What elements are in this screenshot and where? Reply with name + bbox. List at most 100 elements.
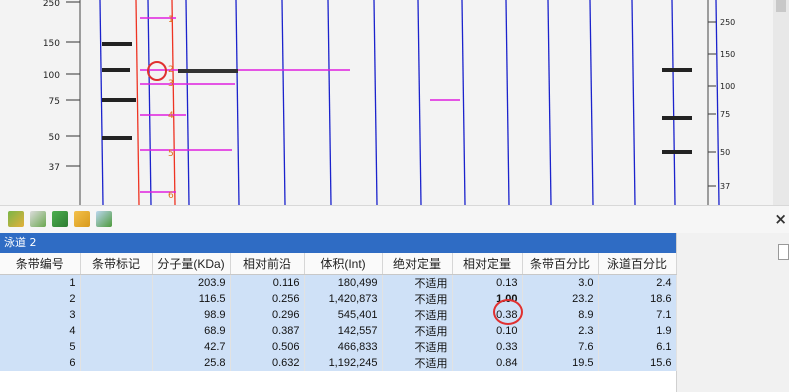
cell-band-label (80, 274, 153, 291)
cell-abs-quant: 不适用 (382, 323, 453, 339)
gel-image-view[interactable]: 250 150 100 75 50 37 250 150 100 75 50 37 1 2 3 4 5 6 (0, 0, 789, 205)
cell-band-label (80, 323, 153, 339)
open-folder-icon[interactable] (74, 211, 90, 227)
table-row[interactable]: 2 116.5 0.256 1,420,873 不适用 1.00 23.2 18… (0, 291, 677, 307)
cell-band-pct: 19.5 (522, 355, 599, 371)
cell-band-pct: 2.3 (522, 323, 599, 339)
ladder-label-left: 100 (43, 71, 60, 81)
cell-lane-pct: 15.6 (598, 355, 677, 371)
cell-lane-pct: 6.1 (598, 339, 677, 355)
cell-volume: 545,401 (304, 307, 383, 323)
ladder-label-right: 50 (720, 148, 730, 157)
cell-abs-quant: 不适用 (382, 307, 453, 323)
cell-abs-quant: 不适用 (382, 291, 453, 307)
band-number-label: 4 (168, 111, 174, 121)
cell-lane-pct: 7.1 (598, 307, 677, 323)
cell-volume: 1,192,245 (304, 355, 383, 371)
ladder-label-left: 37 (49, 163, 60, 173)
export-icon[interactable] (96, 211, 112, 227)
cell-band-pct: 3.0 (522, 274, 599, 291)
cell-band-no: 5 (0, 339, 81, 355)
ladder-label-left: 50 (49, 133, 61, 143)
col-header-mw[interactable]: 分子量(KDa) (152, 253, 231, 275)
cell-band-no: 6 (0, 355, 81, 371)
cell-band-pct: 23.2 (522, 291, 599, 307)
band-number-label: 5 (168, 149, 174, 159)
band-table: 条带编号 条带标记 分子量(KDa) 相对前沿 体积(Int) 绝对定量 相对定… (0, 253, 677, 371)
col-header-rf[interactable]: 相对前沿 (230, 253, 305, 275)
cell-rf: 0.256 (230, 291, 305, 307)
cell-band-pct: 8.9 (522, 307, 599, 323)
col-header-band-pct[interactable]: 条带百分比 (522, 253, 599, 275)
edit-band-icon[interactable] (30, 211, 46, 227)
ladder-label-left: 75 (49, 97, 60, 107)
cell-band-label (80, 307, 153, 323)
cell-rf: 0.387 (230, 323, 305, 339)
col-header-abs-quant[interactable]: 绝对定量 (382, 253, 453, 275)
cell-band-no: 2 (0, 291, 81, 307)
protein-band (102, 136, 132, 140)
cell-volume: 180,499 (304, 274, 383, 291)
table-row[interactable]: 4 68.9 0.387 142,557 不适用 0.10 2.3 1.9 (0, 323, 677, 339)
cell-lane-pct: 1.9 (598, 323, 677, 339)
cell-mw: 98.9 (152, 307, 231, 323)
table-row[interactable]: 1 203.9 0.116 180,499 不适用 0.13 3.0 2.4 (0, 274, 677, 291)
gel-image[interactable]: 250 150 100 75 50 37 250 150 100 75 50 37 1 2 3 4 5 6 (0, 0, 789, 205)
ladder-label-right: 75 (720, 110, 730, 119)
cell-volume: 1,420,873 (304, 291, 383, 307)
lane-header: 泳道 2 (0, 233, 676, 253)
protein-band (178, 69, 238, 73)
cell-rel-quant: 0.10 (452, 323, 523, 339)
table-row[interactable]: 5 42.7 0.506 466,833 不适用 0.33 7.6 6.1 (0, 339, 677, 355)
table-row[interactable]: 3 98.9 0.296 545,401 不适用 0.38 8.9 7.1 (0, 307, 677, 323)
gel-scrollbar (773, 0, 789, 205)
table-header: 条带编号 条带标记 分子量(KDa) 相对前沿 体积(Int) 绝对定量 相对定… (0, 253, 677, 275)
ladder-label-right: 100 (720, 82, 735, 91)
table-row[interactable]: 6 25.8 0.632 1,192,245 不适用 0.84 19.5 15.… (0, 355, 677, 371)
ladder-label-right: 250 (720, 18, 735, 27)
add-band-icon[interactable] (8, 211, 24, 227)
cell-rf: 0.632 (230, 355, 305, 371)
close-icon[interactable]: × (774, 206, 787, 232)
cell-band-no: 3 (0, 307, 81, 323)
col-header-rel-quant[interactable]: 相对定量 (452, 253, 523, 275)
ladder-label-left: 150 (43, 39, 60, 49)
protein-band (102, 42, 132, 46)
cell-rel-quant: 0.38 (452, 307, 523, 323)
cell-band-label (80, 355, 153, 371)
band-number-label: 2 (168, 65, 174, 75)
lane-label: 泳道 2 (4, 236, 37, 249)
cell-mw: 68.9 (152, 323, 231, 339)
cell-band-pct: 7.6 (522, 339, 599, 355)
ladder-label-right: 37 (720, 182, 730, 191)
cell-volume: 466,833 (304, 339, 383, 355)
cell-rf: 0.506 (230, 339, 305, 355)
cell-mw: 42.7 (152, 339, 231, 355)
cell-rf: 0.116 (230, 274, 305, 291)
panel-toggle[interactable] (778, 244, 789, 260)
delete-band-icon[interactable] (52, 211, 68, 227)
cell-abs-quant: 不适用 (382, 355, 453, 371)
col-header-volume[interactable]: 体积(Int) (304, 253, 383, 275)
cell-rel-quant: 0.33 (452, 339, 523, 355)
cell-band-label (80, 339, 153, 355)
col-header-band-label[interactable]: 条带标记 (80, 253, 153, 275)
cell-lane-pct: 2.4 (598, 274, 677, 291)
protein-band (662, 68, 692, 72)
cell-rel-quant: 1.00 (452, 291, 523, 307)
protein-band (102, 98, 136, 102)
cell-rf: 0.296 (230, 307, 305, 323)
protein-band (102, 68, 130, 72)
band-toolbar: × (0, 205, 789, 234)
cell-lane-pct: 18.6 (598, 291, 677, 307)
band-number-label: 6 (168, 191, 174, 201)
col-header-lane-pct[interactable]: 泳道百分比 (598, 253, 677, 275)
col-header-band-no[interactable]: 条带编号 (0, 253, 81, 275)
cell-mw: 203.9 (152, 274, 231, 291)
cell-band-no: 4 (0, 323, 81, 339)
cell-band-no: 1 (0, 274, 81, 291)
cell-volume: 142,557 (304, 323, 383, 339)
cell-mw: 25.8 (152, 355, 231, 371)
ladder-label-right: 150 (720, 50, 735, 59)
cell-band-label (80, 291, 153, 307)
